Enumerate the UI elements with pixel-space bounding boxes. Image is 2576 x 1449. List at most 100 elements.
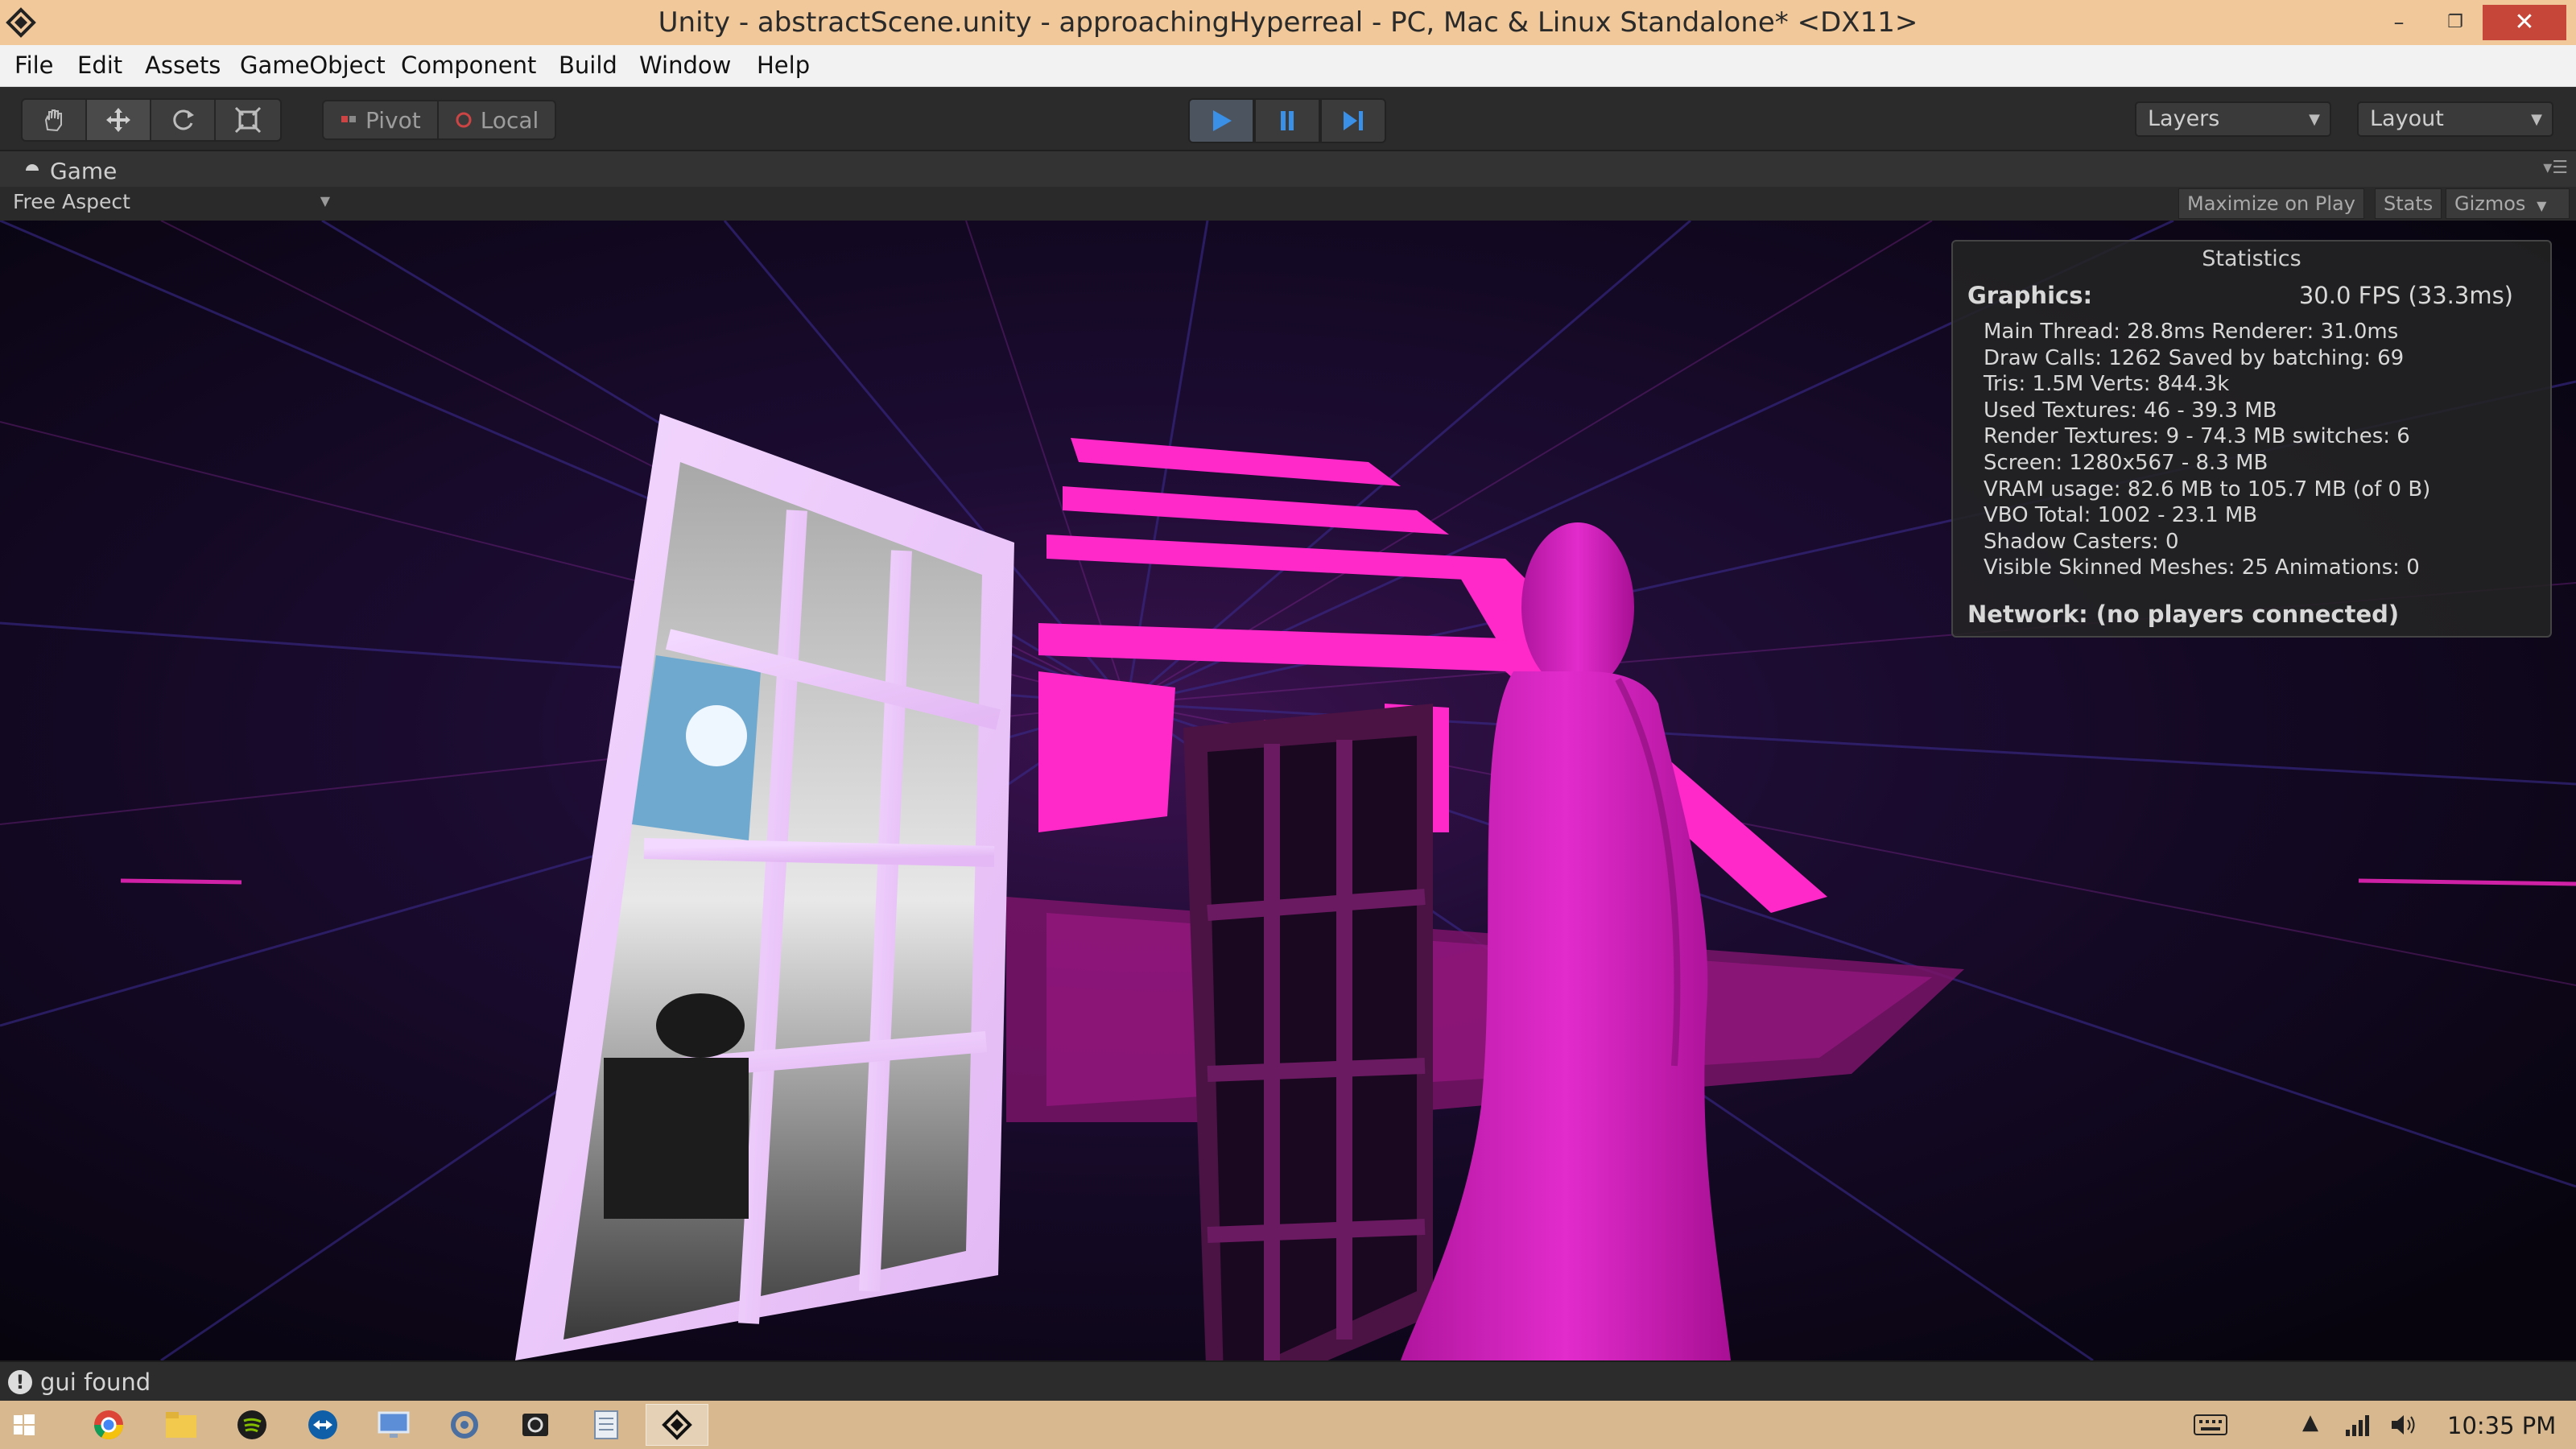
pause-icon — [1281, 111, 1294, 130]
notepad-icon — [594, 1410, 618, 1439]
taskbar-explorer[interactable] — [150, 1404, 213, 1446]
close-button[interactable]: ✕ — [2483, 5, 2566, 40]
panel-menu-icon[interactable]: ▾☰ — [2543, 158, 2568, 178]
start-button[interactable] — [0, 1404, 48, 1446]
statistics-title: Statistics — [2202, 246, 2301, 271]
chevron-down-icon: ▼ — [320, 193, 330, 208]
layers-label: Layers — [2148, 106, 2220, 131]
signal-icon[interactable] — [2344, 1412, 2373, 1438]
remote-desktop-icon — [378, 1411, 410, 1438]
taskbar-teamviewer[interactable] — [291, 1404, 354, 1446]
menu-edit[interactable]: Edit — [77, 52, 122, 79]
pivot-toggles: Pivot Local — [322, 100, 557, 140]
chevron-down-icon: ▼ — [2531, 111, 2542, 128]
menu-component[interactable]: Component — [401, 52, 536, 79]
taskbar-camera[interactable] — [504, 1404, 567, 1446]
local-icon — [456, 112, 472, 128]
local-button[interactable]: Local — [438, 100, 557, 140]
keyboard-icon[interactable] — [2193, 1412, 2228, 1438]
stat-line: Shadow Casters: 0 — [1984, 529, 2179, 554]
local-label: Local — [480, 106, 539, 134]
layout-dropdown[interactable]: Layout ▼ — [2357, 101, 2553, 137]
taskbar-notepad[interactable] — [575, 1404, 638, 1446]
stat-line: Visible Skinned Meshes: 25 Animations: 0 — [1984, 555, 2420, 580]
rotate-tool-button[interactable] — [151, 100, 216, 140]
menu-help[interactable]: Help — [757, 52, 810, 79]
layout-label: Layout — [2370, 106, 2444, 131]
taskbar: ▲ 10:35 PM — [0, 1401, 2576, 1449]
stat-line: VBO Total: 1002 - 23.1 MB — [1984, 503, 2258, 528]
move-tool-button[interactable] — [87, 100, 151, 140]
fps-readout: 30.0 FPS (33.3ms) — [2298, 282, 2513, 309]
network-status: Network: (no players connected) — [1967, 601, 2400, 628]
play-controls — [1188, 98, 1386, 143]
pivot-icon — [341, 116, 356, 122]
tab-game[interactable]: Game — [8, 155, 131, 187]
transform-tools — [21, 98, 282, 142]
stats-lines: Main Thread: 28.8ms Renderer: 31.0ms Dra… — [1984, 319, 2430, 581]
menu-file[interactable]: File — [14, 52, 54, 79]
game-view-controls: Free Aspect ▼ Maximize on Play Stats Giz… — [0, 187, 2576, 221]
pause-button[interactable] — [1254, 98, 1320, 143]
stat-line: Tris: 1.5M Verts: 844.3k — [1984, 372, 2230, 397]
stat-line: Render Textures: 9 - 74.3 MB switches: 6 — [1984, 424, 2410, 449]
chevron-down-icon: ▼ — [2537, 198, 2547, 213]
window-title-bar: Unity - abstractScene.unity - approachin… — [0, 0, 2576, 45]
menu-gameobject[interactable]: GameObject — [240, 52, 386, 79]
stat-line: Used Textures: 46 - 39.3 MB — [1984, 398, 2277, 423]
status-message[interactable]: gui found — [40, 1368, 151, 1396]
menu-window[interactable]: Window — [639, 52, 731, 79]
menu-build[interactable]: Build — [559, 52, 617, 79]
unity-icon — [662, 1410, 692, 1440]
info-icon: ! — [8, 1370, 32, 1394]
stat-line: VRAM usage: 82.6 MB to 105.7 MB (of 0 B) — [1984, 477, 2431, 502]
play-button[interactable] — [1188, 98, 1254, 143]
settings-app-icon — [451, 1411, 478, 1439]
stat-line: Draw Calls: 1262 Saved by batching: 69 — [1984, 345, 2405, 370]
stat-line: Main Thread: 28.8ms Renderer: 31.0ms — [1984, 320, 2399, 344]
pivot-button[interactable]: Pivot — [322, 100, 439, 140]
maximize-on-play-button[interactable]: Maximize on Play — [2178, 188, 2364, 219]
stats-button[interactable]: Stats — [2375, 188, 2442, 219]
play-icon — [1213, 110, 1232, 131]
layers-dropdown[interactable]: Layers ▼ — [2135, 101, 2331, 137]
scale-icon — [234, 106, 262, 134]
minimize-button[interactable]: – — [2370, 5, 2428, 40]
taskbar-clock[interactable]: 10:35 PM — [2447, 1412, 2556, 1439]
menu-bar: File Edit Assets GameObject Component Bu… — [0, 45, 2576, 87]
hand-tool-button[interactable] — [23, 100, 87, 140]
game-tab-label: Game — [50, 157, 118, 184]
center-window-frame — [1183, 704, 1433, 1360]
taskbar-chrome[interactable] — [77, 1404, 140, 1446]
step-icon — [1344, 111, 1363, 130]
window-title: Unity - abstractScene.unity - approachin… — [658, 6, 1918, 39]
taskbar-spotify[interactable] — [221, 1404, 283, 1446]
toolbar: Pivot Local Layers ▼ Layout ▼ — [0, 87, 2576, 151]
camera-icon — [522, 1414, 548, 1436]
chevron-down-icon: ▼ — [2309, 111, 2320, 128]
taskbar-settings-app[interactable] — [433, 1404, 496, 1446]
spotify-icon — [237, 1410, 266, 1439]
volume-icon[interactable] — [2389, 1412, 2418, 1438]
taskbar-remote-desktop[interactable] — [362, 1404, 425, 1446]
gizmos-label: Gizmos — [2454, 192, 2526, 215]
move-icon — [106, 108, 130, 132]
explorer-icon — [166, 1412, 196, 1438]
tray-expand-icon[interactable]: ▲ — [2302, 1410, 2318, 1435]
aspect-dropdown[interactable]: Free Aspect ▼ — [13, 190, 330, 217]
gizmos-button[interactable]: Gizmos ▼ — [2446, 188, 2570, 219]
chrome-icon — [94, 1410, 123, 1440]
start-icon — [14, 1414, 35, 1435]
game-viewport[interactable]: Statistics Graphics: 30.0 FPS (33.3ms) M… — [0, 221, 2576, 1360]
aspect-label: Free Aspect — [13, 190, 130, 213]
menu-assets[interactable]: Assets — [145, 52, 221, 79]
game-tab-icon — [26, 164, 39, 171]
status-bar: ! gui found — [0, 1360, 2576, 1401]
game-panel-header: Game ▾☰ — [0, 151, 2576, 187]
graphics-label: Graphics: — [1967, 282, 2093, 309]
taskbar-unity[interactable] — [646, 1404, 708, 1446]
hand-icon — [44, 109, 62, 132]
step-button[interactable] — [1320, 98, 1386, 143]
maximize-button[interactable]: ❐ — [2426, 5, 2484, 40]
scale-tool-button[interactable] — [216, 100, 280, 140]
